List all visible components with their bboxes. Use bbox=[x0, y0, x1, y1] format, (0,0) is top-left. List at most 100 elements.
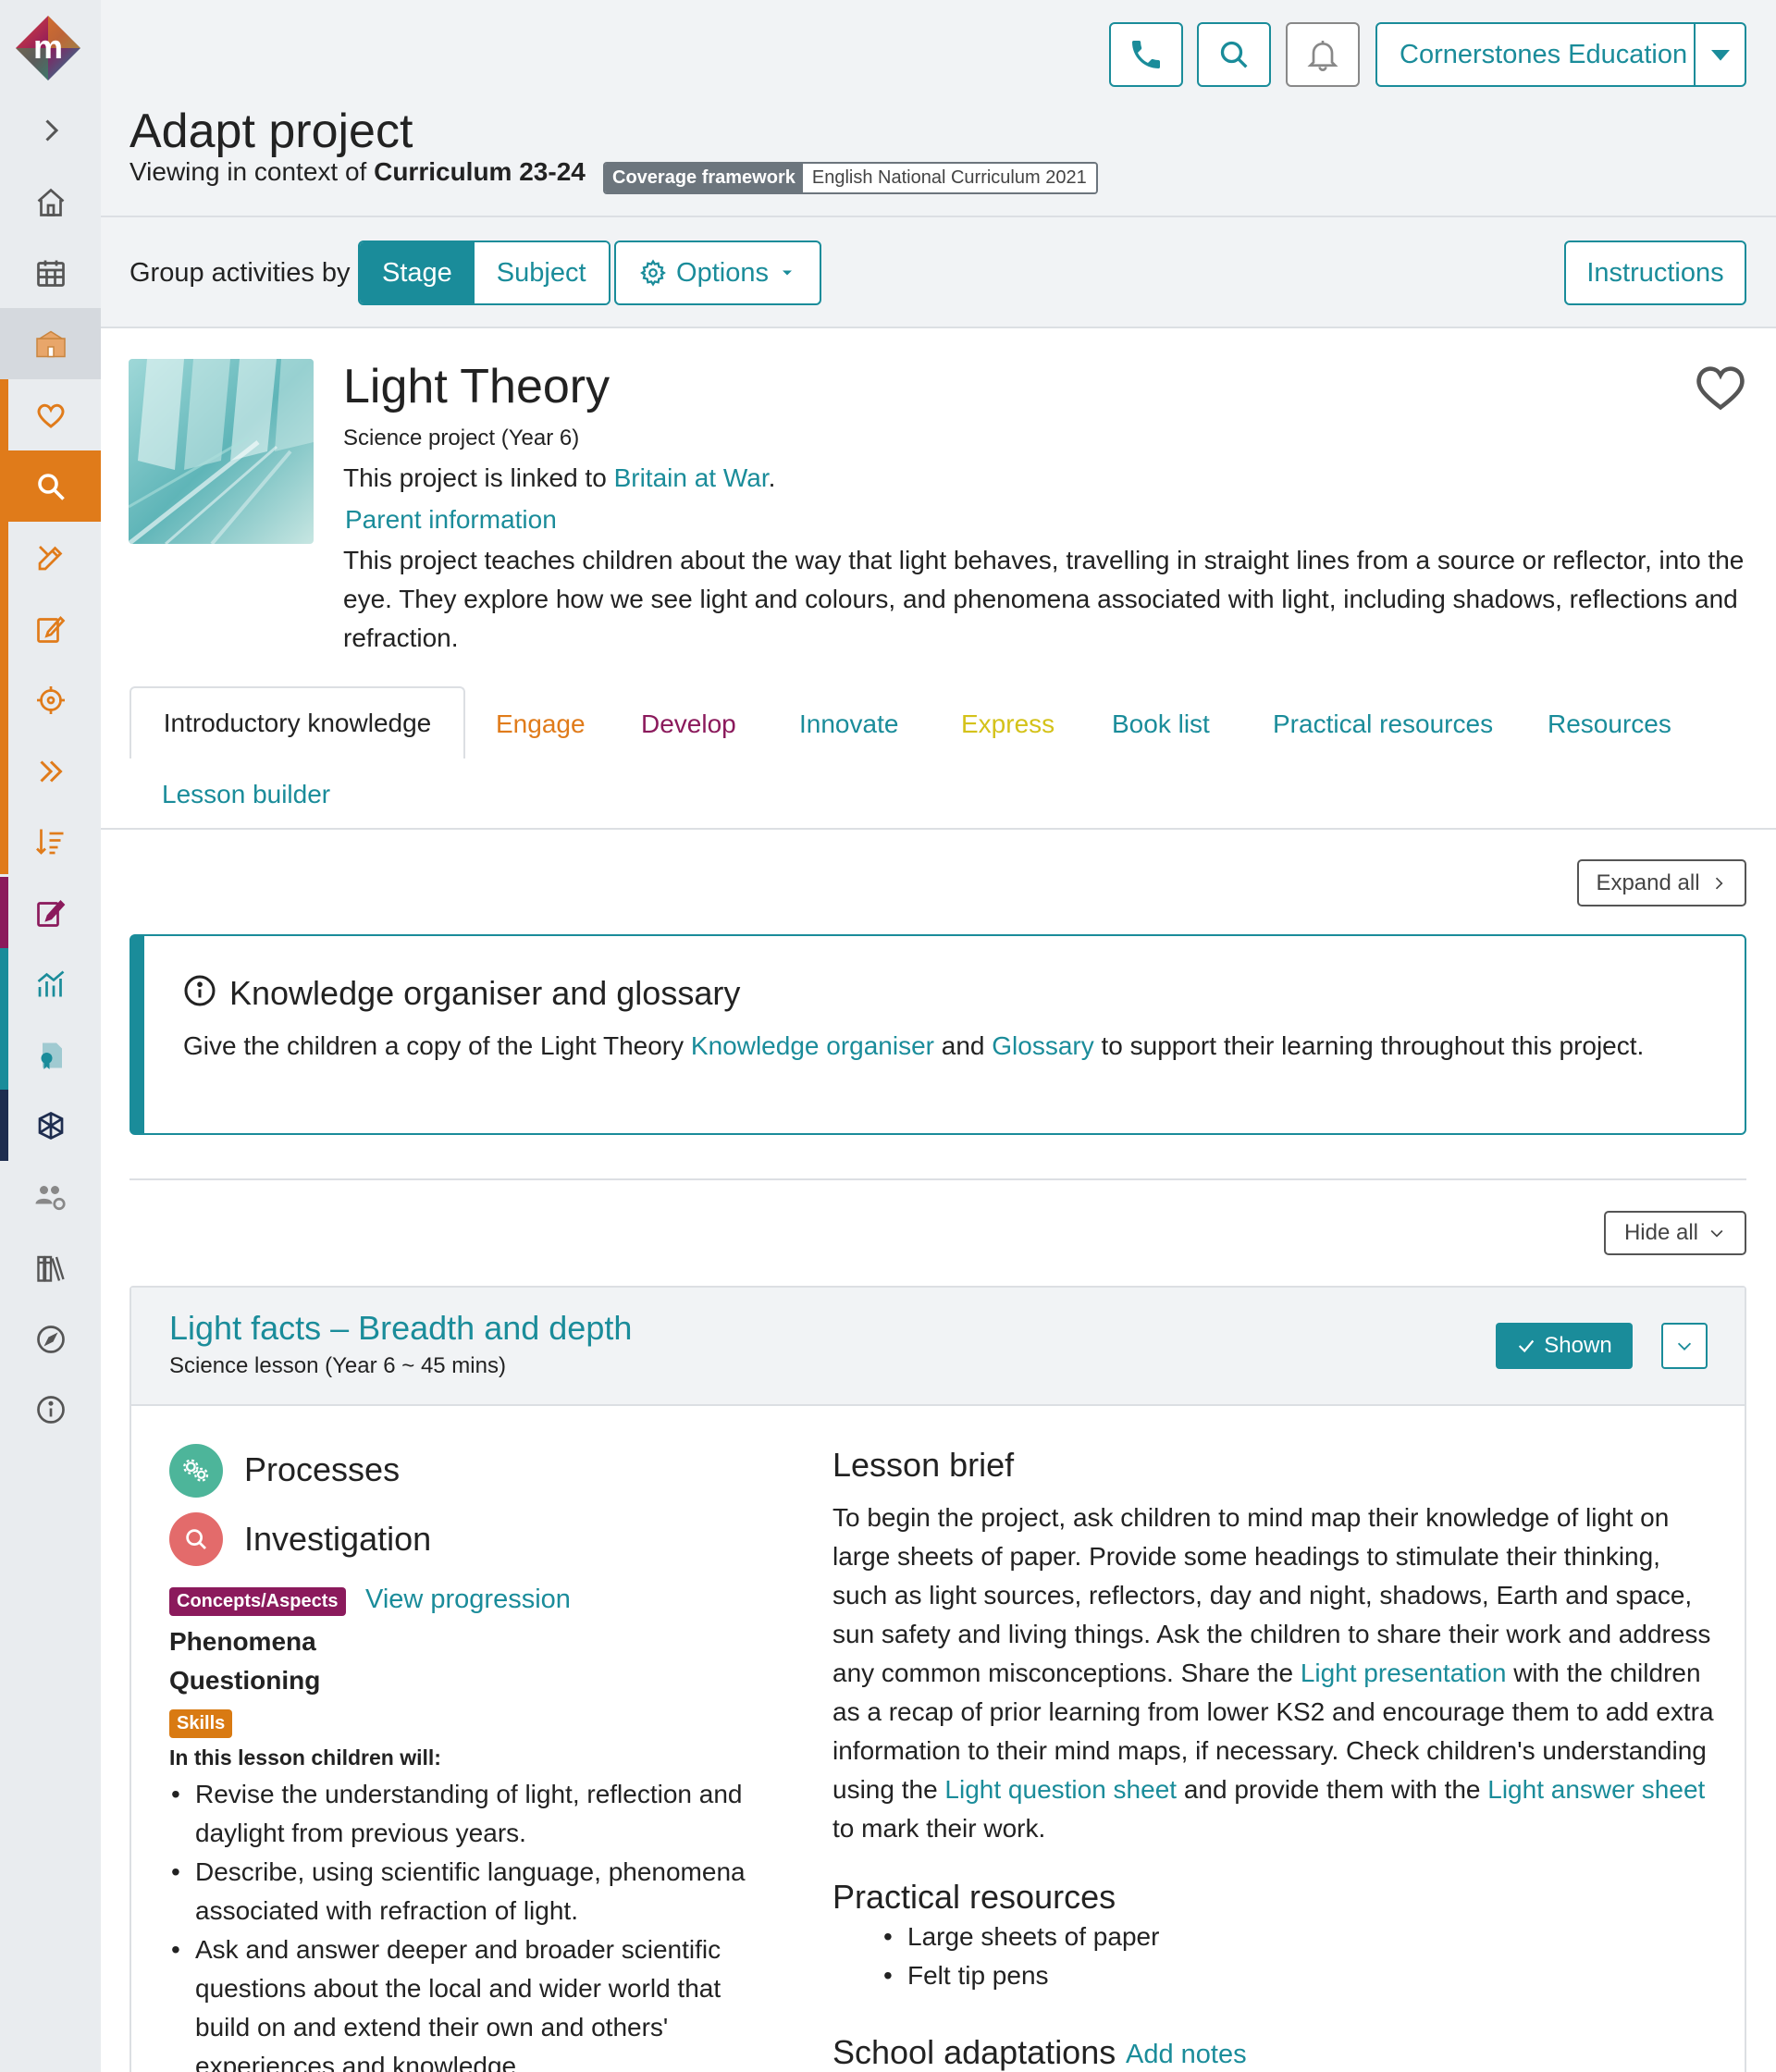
coverage-key: Coverage framework bbox=[605, 164, 803, 192]
shown-toggle-button[interactable]: Shown bbox=[1496, 1323, 1633, 1369]
tab-book-list[interactable]: Book list bbox=[1112, 709, 1210, 739]
tab-lesson-builder[interactable]: Lesson builder bbox=[162, 780, 330, 809]
instructions-button[interactable]: Instructions bbox=[1564, 240, 1746, 305]
org-name: Cornerstones Education bbox=[1400, 39, 1688, 69]
coverage-value: English National Curriculum 2021 bbox=[802, 164, 1096, 192]
tab-engage[interactable]: Engage bbox=[496, 709, 586, 739]
expand-all-label: Expand all bbox=[1596, 870, 1700, 895]
org-dropdown-toggle[interactable] bbox=[1694, 24, 1745, 85]
library-icon[interactable] bbox=[0, 1232, 101, 1303]
school-icon[interactable] bbox=[0, 308, 101, 379]
info-icon[interactable] bbox=[0, 1374, 101, 1445]
search-nav-icon[interactable] bbox=[0, 450, 101, 522]
parent-information-link[interactable]: Parent information bbox=[345, 505, 557, 535]
concept-item: Phenomena bbox=[169, 1627, 316, 1656]
tab-resources[interactable]: Resources bbox=[1548, 709, 1671, 739]
search-button[interactable] bbox=[1197, 22, 1271, 87]
lesson-collapse-button[interactable] bbox=[1661, 1323, 1708, 1369]
process-label-processes: Processes bbox=[244, 1450, 401, 1488]
practical-resources-list: Large sheets of paper Felt tip pens bbox=[883, 1918, 1159, 1995]
phone-button[interactable] bbox=[1109, 22, 1183, 87]
light-presentation-link[interactable]: Light presentation bbox=[1301, 1659, 1507, 1687]
ko-text-suffix: to support their learning throughout thi… bbox=[1093, 1031, 1645, 1060]
options-button[interactable]: Options bbox=[614, 240, 821, 305]
light-answer-sheet-link[interactable]: Light answer sheet bbox=[1487, 1775, 1705, 1804]
hide-all-button[interactable]: Hide all bbox=[1604, 1211, 1746, 1255]
toolbar bbox=[101, 217, 1776, 328]
context-prefix: Viewing in context of bbox=[130, 157, 375, 186]
add-notes-link[interactable]: Add notes bbox=[1126, 2040, 1247, 2070]
lesson-brief-title: Lesson brief bbox=[832, 1446, 1015, 1484]
linked-project-link[interactable]: Britain at War bbox=[614, 463, 769, 492]
stage-toggle-button[interactable]: Stage bbox=[360, 242, 475, 303]
document-badge-icon[interactable] bbox=[0, 1019, 101, 1091]
chevron-down-icon bbox=[1677, 1342, 1692, 1350]
notifications-button[interactable] bbox=[1286, 22, 1360, 87]
expand-sidebar-icon[interactable] bbox=[0, 94, 101, 166]
gear-icon bbox=[640, 259, 666, 287]
lesson-title-link[interactable]: Light facts – Breadth and depth bbox=[169, 1309, 632, 1348]
network-icon[interactable] bbox=[0, 1090, 101, 1161]
info-circle-icon bbox=[184, 975, 216, 1006]
linked-suffix: . bbox=[768, 463, 776, 492]
project-title: Light Theory bbox=[343, 360, 610, 413]
search-icon bbox=[1220, 41, 1248, 68]
concepts-aspects-badge: Concepts/Aspects bbox=[169, 1587, 346, 1616]
processes-gears-icon bbox=[169, 1444, 223, 1498]
double-chevron-icon[interactable] bbox=[0, 735, 101, 807]
lesson-subtitle: Science lesson (Year 6 ~ 45 mins) bbox=[169, 1353, 506, 1378]
tab-introductory-knowledge[interactable]: Introductory knowledge bbox=[130, 686, 465, 758]
org-switcher[interactable]: Cornerstones Education bbox=[1375, 22, 1746, 87]
objectives-heading: In this lesson children will: bbox=[169, 1745, 441, 1770]
objective-item: Describe, using scientific language, phe… bbox=[169, 1853, 761, 1930]
tab-practical-resources[interactable]: Practical resources bbox=[1273, 709, 1493, 739]
compass-icon[interactable] bbox=[0, 1303, 101, 1375]
view-progression-link[interactable]: View progression bbox=[365, 1585, 571, 1615]
light-question-sheet-link[interactable]: Light question sheet bbox=[944, 1775, 1177, 1804]
knowledge-organiser-text: Give the children a copy of the Light Th… bbox=[183, 1031, 1644, 1061]
heart-icon[interactable] bbox=[0, 379, 101, 450]
practical-resources-title: Practical resources bbox=[832, 1878, 1116, 1916]
hide-all-label: Hide all bbox=[1623, 1220, 1699, 1245]
analytics-icon[interactable] bbox=[0, 948, 101, 1019]
svg-text:m: m bbox=[33, 28, 63, 66]
calendar-icon[interactable] bbox=[0, 237, 101, 308]
tab-develop[interactable]: Develop bbox=[641, 709, 736, 739]
target-icon[interactable] bbox=[0, 664, 101, 735]
tab-express[interactable]: Express bbox=[961, 709, 1054, 739]
context-line: Viewing in context of Curriculum 23-24 bbox=[130, 157, 586, 187]
tab-innovate[interactable]: Innovate bbox=[799, 709, 898, 739]
glossary-link[interactable]: Glossary bbox=[992, 1031, 1093, 1060]
app-logo[interactable]: m bbox=[14, 14, 82, 82]
users-settings-icon[interactable] bbox=[0, 1161, 101, 1232]
project-subtitle: Science project (Year 6) bbox=[343, 426, 580, 450]
group-by-toggle: Stage Subject bbox=[358, 240, 610, 305]
project-description: This project teaches children about the … bbox=[343, 546, 1745, 652]
context-value: Curriculum 23-24 bbox=[374, 157, 586, 186]
sidebar: m bbox=[0, 0, 101, 2072]
design-tools-icon[interactable] bbox=[0, 522, 101, 593]
checkmark-icon bbox=[1519, 1339, 1535, 1353]
page-title: Adapt project bbox=[130, 105, 413, 158]
concept-item: Questioning bbox=[169, 1666, 321, 1695]
objectives-list: Revise the understanding of light, refle… bbox=[169, 1775, 761, 2072]
chevron-right-icon bbox=[1715, 877, 1723, 889]
knowledge-organiser-link[interactable]: Knowledge organiser bbox=[691, 1031, 934, 1060]
caret-down-icon bbox=[782, 270, 792, 276]
investigation-magnifier-icon bbox=[169, 1512, 223, 1566]
section-divider bbox=[130, 1178, 1746, 1180]
practical-resource-item: Felt tip pens bbox=[883, 1956, 1159, 1995]
assess-edit-icon[interactable] bbox=[0, 877, 101, 948]
linked-prefix: This project is linked to bbox=[343, 463, 614, 492]
project-linked-line: This project is linked to Britain at War… bbox=[343, 463, 775, 493]
school-adaptations-title: School adaptations bbox=[832, 2033, 1116, 2071]
bell-icon bbox=[1307, 41, 1338, 72]
sort-list-icon[interactable] bbox=[0, 806, 101, 877]
objective-item: Ask and answer deeper and broader scient… bbox=[169, 1930, 761, 2072]
lesson-brief-text: To begin the project, ask children to mi… bbox=[832, 1498, 1720, 1848]
home-icon[interactable] bbox=[0, 166, 101, 238]
favourite-heart-icon[interactable] bbox=[1693, 361, 1748, 413]
expand-all-button[interactable]: Expand all bbox=[1577, 859, 1746, 906]
subject-toggle-button[interactable]: Subject bbox=[474, 242, 609, 303]
edit-icon[interactable] bbox=[0, 593, 101, 664]
